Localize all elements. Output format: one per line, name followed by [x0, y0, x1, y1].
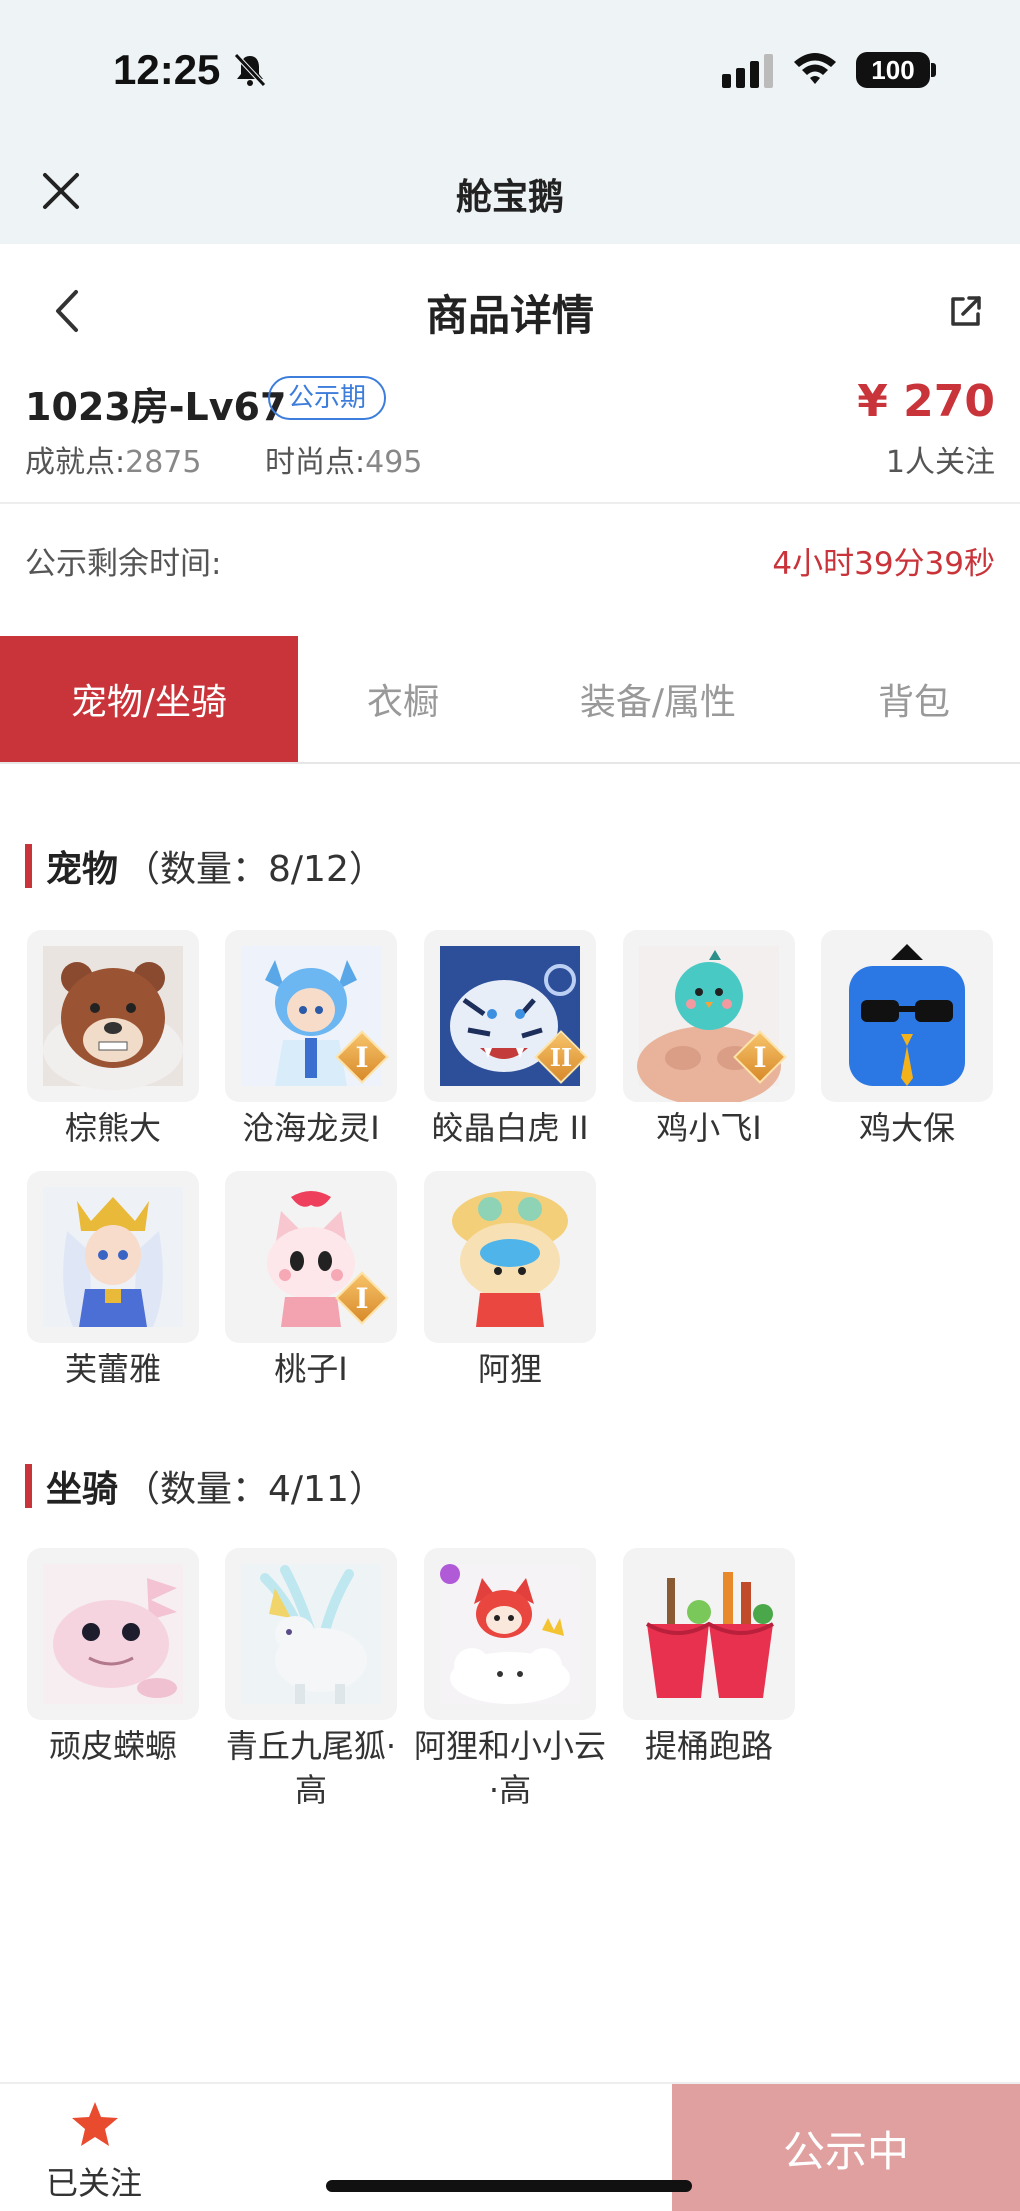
bucket-icon [623, 1548, 795, 1720]
divider [0, 502, 1020, 504]
tab-bar: 宠物/坐骑 衣橱 装备/属性 背包 [0, 636, 1020, 764]
pet-item[interactable]: I 沧海龙灵I [225, 930, 397, 1150]
mounts-title: 坐骑 [46, 1469, 119, 1510]
mounts-count: （数量：4/11） [124, 1469, 385, 1510]
achievement-value: 2875 [125, 445, 202, 480]
achievement-label: 成就点: [25, 445, 126, 480]
remaining-time-label: 公示剩余时间: [25, 546, 222, 582]
wifi-icon [794, 53, 836, 84]
pets-title: 宠物 [46, 849, 119, 890]
peach-fox-icon: I [225, 1171, 397, 1343]
ali-cloud-icon [424, 1548, 596, 1720]
price: ¥ 270 [857, 376, 995, 427]
section-accent-bar [25, 844, 32, 888]
signal-icon [722, 54, 773, 88]
bell-muted-icon [234, 53, 266, 87]
tab-equipment[interactable]: 装备/属性 [508, 636, 808, 762]
rank-text: I [753, 1040, 767, 1074]
mount-item[interactable]: 阿狸和小小云·高 [414, 1548, 606, 1812]
share-icon[interactable] [948, 293, 984, 329]
section-accent-bar [25, 1464, 32, 1508]
mount-name: 顽皮蝾螈 [48, 1727, 177, 1765]
pet-name: 皎晶白虎 II [431, 1109, 589, 1147]
pet-item[interactable]: 阿狸 [424, 1171, 596, 1391]
mount-item[interactable]: 青丘九尾狐·高 [225, 1548, 397, 1812]
tab-backpack[interactable]: 背包 [808, 636, 1020, 762]
rank-text: II [549, 1042, 573, 1072]
fashion-value: 495 [365, 445, 423, 480]
mount-item[interactable]: 提桶跑路 [623, 1548, 795, 1768]
rank-badge: I [335, 1030, 389, 1084]
top-bar: 12:25 100 舱宝鹅 [0, 0, 1020, 244]
mounts-section-title: 坐骑 （数量：4/11） [25, 1460, 385, 1512]
battery-indicator: 100 [856, 52, 930, 88]
tab-wardrobe[interactable]: 衣橱 [298, 636, 508, 762]
pet-name: 桃子I [274, 1350, 348, 1388]
pet-item[interactable]: 棕熊大 [27, 930, 199, 1150]
mount-name: 阿狸和小小云·高 [413, 1727, 606, 1809]
rank-badge: I [335, 1271, 389, 1325]
star-icon[interactable] [70, 2100, 120, 2148]
axolotl-icon [27, 1548, 199, 1720]
pet-name: 阿狸 [477, 1350, 542, 1388]
follower-count: 1人关注 [885, 445, 995, 480]
pets-section-title: 宠物 （数量：8/12） [25, 840, 385, 892]
pet-item[interactable]: 芙蕾雅 [27, 1171, 199, 1391]
product-title: 1023房-Lv67 [25, 385, 287, 429]
pet-name: 芙蕾雅 [64, 1350, 161, 1388]
mount-name: 提桶跑路 [644, 1727, 773, 1765]
battery-tip [931, 63, 936, 77]
dragon-spirit-icon: I [225, 930, 397, 1102]
pet-item[interactable]: I 鸡小飞I [623, 930, 795, 1150]
chick-icon: I [623, 930, 795, 1102]
mount-item[interactable]: 顽皮蝾螈 [27, 1548, 199, 1768]
pet-name: 棕熊大 [64, 1109, 161, 1147]
publicity-status-button[interactable]: 公示中 [672, 2084, 1020, 2211]
pet-name: 鸡大保 [858, 1109, 955, 1147]
freya-icon [27, 1171, 199, 1343]
status-badge: 公示期 [268, 376, 387, 420]
pet-item[interactable]: I 桃子I [225, 1171, 397, 1391]
follow-button-label[interactable]: 已关注 [46, 2158, 142, 2204]
rank-text: I [355, 1281, 369, 1315]
brown-bear-icon [27, 930, 199, 1102]
ali-fox-icon [424, 1171, 596, 1343]
page-title: 商品详情 [425, 291, 594, 340]
chicken-sunglasses-icon [821, 930, 993, 1102]
pets-count: （数量：8/12） [124, 849, 385, 890]
rank-badge: II [534, 1030, 588, 1084]
white-tiger-icon: II [424, 930, 596, 1102]
remaining-time-value: 4小时39分39秒 [772, 546, 995, 582]
fashion-points: 时尚点:495 [265, 437, 422, 481]
app-title: 舱宝鹅 [455, 177, 564, 218]
tab-pets-mounts[interactable]: 宠物/坐骑 [0, 636, 298, 762]
fashion-label: 时尚点: [265, 445, 366, 480]
pet-item[interactable]: II 皎晶白虎 II [424, 930, 596, 1150]
pet-name: 沧海龙灵I [242, 1109, 380, 1147]
achievement-points: 成就点:2875 [25, 437, 201, 481]
pet-item[interactable]: 鸡大保 [821, 930, 993, 1150]
rank-text: I [355, 1040, 369, 1074]
mount-name: 青丘九尾狐·高 [225, 1727, 397, 1809]
rank-badge: I [733, 1030, 787, 1084]
pet-name: 鸡小飞I [656, 1109, 762, 1147]
nine-tail-fox-icon [225, 1548, 397, 1720]
home-indicator [326, 2180, 692, 2192]
status-time: 12:25 [113, 46, 221, 93]
